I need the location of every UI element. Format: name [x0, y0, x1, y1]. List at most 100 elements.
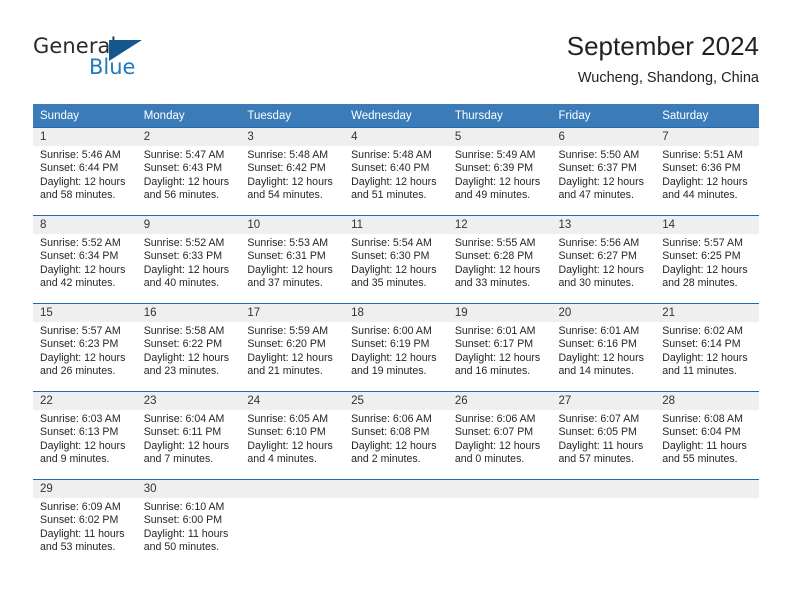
weekday-header-friday: Friday — [551, 104, 656, 127]
day-cell[interactable]: 14 Sunrise: 5:57 AM Sunset: 6:25 PM Dayl… — [655, 215, 759, 303]
logo-text-blue: Blue — [89, 55, 136, 79]
sunset-text: Sunset: 6:16 PM — [558, 338, 637, 351]
daylight-text-line1: Daylight: 12 hours — [351, 263, 437, 276]
day-cell[interactable]: 4 Sunrise: 5:48 AM Sunset: 6:40 PM Dayli… — [344, 127, 448, 215]
day-cell[interactable]: 20 Sunrise: 6:01 AM Sunset: 6:16 PM Dayl… — [551, 303, 656, 391]
day-cell[interactable]: 2 Sunrise: 5:47 AM Sunset: 6:43 PM Dayli… — [136, 127, 241, 215]
sunset-text: Sunset: 6:04 PM — [662, 426, 741, 439]
daylight-text-line1: Daylight: 12 hours — [143, 263, 230, 276]
sunrise-text: Sunrise: 6:00 AM — [351, 325, 432, 337]
day-cell[interactable]: 29 Sunrise: 6:09 AM Sunset: 6:02 PM Dayl… — [33, 479, 137, 567]
day-cell[interactable]: 16 Sunrise: 5:58 AM Sunset: 6:22 PM Dayl… — [136, 303, 241, 391]
day-cell[interactable]: 28 Sunrise: 6:08 AM Sunset: 6:04 PM Dayl… — [655, 391, 759, 479]
sunset-text: Sunset: 6:00 PM — [143, 514, 223, 527]
page-header: General Blue September 2024 Wucheng, Sha… — [0, 0, 792, 100]
calendar-week-row: 1 Sunrise: 5:46 AM Sunset: 6:44 PM Dayli… — [33, 127, 759, 215]
daylight-text-line1: Daylight: 12 hours — [351, 439, 437, 452]
daylight-text-line1: Daylight: 12 hours — [454, 175, 541, 188]
day-cell[interactable]: 15 Sunrise: 5:57 AM Sunset: 6:23 PM Dayl… — [33, 303, 137, 391]
daylight-text-line1: Daylight: 12 hours — [558, 351, 644, 364]
day-cell-empty — [551, 479, 656, 567]
day-info: Sunrise: 5:55 AM Sunset: 6:28 PM Dayligh… — [448, 234, 552, 291]
sunset-text: Sunset: 6:31 PM — [247, 250, 326, 263]
sunset-text: Sunset: 6:13 PM — [40, 426, 119, 439]
daylight-text-line2: and 57 minutes. — [558, 453, 634, 466]
weekday-header-tuesday: Tuesday — [240, 104, 345, 127]
daylight-text-line1: Daylight: 12 hours — [143, 439, 230, 452]
day-cell[interactable]: 6 Sunrise: 5:50 AM Sunset: 6:37 PM Dayli… — [551, 127, 656, 215]
daylight-text-line1: Daylight: 12 hours — [247, 263, 333, 276]
day-cell[interactable]: 21 Sunrise: 6:02 AM Sunset: 6:14 PM Dayl… — [655, 303, 759, 391]
general-blue-logo: General Blue — [33, 34, 193, 86]
sunrise-text: Sunrise: 5:51 AM — [662, 149, 743, 161]
day-cell[interactable]: 3 Sunrise: 5:48 AM Sunset: 6:42 PM Dayli… — [240, 127, 345, 215]
weekday-header-monday: Monday — [136, 104, 241, 127]
day-cell[interactable]: 13 Sunrise: 5:56 AM Sunset: 6:27 PM Dayl… — [551, 215, 656, 303]
day-cell[interactable]: 9 Sunrise: 5:52 AM Sunset: 6:33 PM Dayli… — [136, 215, 241, 303]
sunrise-text: Sunrise: 5:58 AM — [143, 325, 225, 337]
sunrise-text: Sunrise: 5:52 AM — [143, 237, 225, 249]
day-cell[interactable]: 22 Sunrise: 6:03 AM Sunset: 6:13 PM Dayl… — [33, 391, 137, 479]
day-number: 6 — [551, 128, 656, 146]
day-number: 3 — [240, 128, 345, 146]
day-info: Sunrise: 6:03 AM Sunset: 6:13 PM Dayligh… — [33, 410, 137, 467]
daylight-text-line1: Daylight: 11 hours — [40, 527, 125, 540]
day-info: Sunrise: 5:58 AM Sunset: 6:22 PM Dayligh… — [137, 322, 241, 379]
daylight-text-line2: and 30 minutes. — [558, 277, 634, 290]
sunrise-text: Sunrise: 5:54 AM — [351, 237, 432, 249]
daylight-text-line2: and 42 minutes. — [40, 277, 116, 290]
daylight-text-line2: and 54 minutes. — [247, 189, 323, 202]
sunrise-text: Sunrise: 5:49 AM — [454, 149, 536, 161]
day-number: 23 — [136, 392, 241, 410]
day-number: 13 — [551, 216, 656, 234]
sunrise-text: Sunrise: 6:06 AM — [454, 413, 536, 425]
sunrise-text: Sunrise: 5:46 AM — [40, 149, 121, 161]
daylight-text-line1: Daylight: 12 hours — [247, 175, 333, 188]
day-cell[interactable]: 18 Sunrise: 6:00 AM Sunset: 6:19 PM Dayl… — [344, 303, 448, 391]
daylight-text-line2: and 21 minutes. — [247, 365, 323, 378]
day-info: Sunrise: 6:06 AM Sunset: 6:08 PM Dayligh… — [344, 410, 448, 467]
daylight-text-line2: and 53 minutes. — [40, 541, 116, 554]
daylight-text-line1: Daylight: 12 hours — [247, 439, 333, 452]
day-info: Sunrise: 5:53 AM Sunset: 6:31 PM Dayligh… — [240, 234, 344, 291]
day-info: Sunrise: 6:10 AM Sunset: 6:00 PM Dayligh… — [137, 498, 241, 555]
day-cell[interactable]: 30 Sunrise: 6:10 AM Sunset: 6:00 PM Dayl… — [136, 479, 241, 567]
day-number: 18 — [344, 304, 448, 322]
day-cell[interactable]: 17 Sunrise: 5:59 AM Sunset: 6:20 PM Dayl… — [240, 303, 345, 391]
sunset-text: Sunset: 6:07 PM — [454, 426, 534, 439]
day-cell[interactable]: 12 Sunrise: 5:55 AM Sunset: 6:28 PM Dayl… — [447, 215, 552, 303]
day-cell[interactable]: 27 Sunrise: 6:07 AM Sunset: 6:05 PM Dayl… — [551, 391, 656, 479]
day-number: 10 — [240, 216, 345, 234]
day-cell[interactable]: 8 Sunrise: 5:52 AM Sunset: 6:34 PM Dayli… — [33, 215, 137, 303]
day-cell[interactable]: 5 Sunrise: 5:49 AM Sunset: 6:39 PM Dayli… — [447, 127, 552, 215]
day-cell[interactable]: 26 Sunrise: 6:06 AM Sunset: 6:07 PM Dayl… — [447, 391, 552, 479]
day-cell-empty — [240, 479, 345, 567]
day-number: 22 — [33, 392, 137, 410]
day-info: Sunrise: 6:01 AM Sunset: 6:17 PM Dayligh… — [448, 322, 552, 379]
daylight-text-line2: and 7 minutes. — [143, 453, 214, 466]
daylight-text-line2: and 2 minutes. — [351, 453, 421, 466]
day-cell[interactable]: 10 Sunrise: 5:53 AM Sunset: 6:31 PM Dayl… — [240, 215, 345, 303]
day-cell[interactable]: 19 Sunrise: 6:01 AM Sunset: 6:17 PM Dayl… — [447, 303, 552, 391]
day-number: 20 — [551, 304, 656, 322]
day-cell[interactable]: 24 Sunrise: 6:05 AM Sunset: 6:10 PM Dayl… — [240, 391, 345, 479]
day-cell[interactable]: 1 Sunrise: 5:46 AM Sunset: 6:44 PM Dayli… — [33, 127, 137, 215]
sunset-text: Sunset: 6:08 PM — [351, 426, 430, 439]
daylight-text-line1: Daylight: 12 hours — [558, 175, 644, 188]
daylight-text-line2: and 14 minutes. — [558, 365, 634, 378]
daylight-text-line1: Daylight: 12 hours — [558, 263, 644, 276]
calendar-header-row: Sunday Monday Tuesday Wednesday Thursday… — [33, 104, 759, 127]
daylight-text-line1: Daylight: 12 hours — [662, 263, 748, 276]
sunset-text: Sunset: 6:34 PM — [40, 250, 119, 263]
daylight-text-line2: and 47 minutes. — [558, 189, 634, 202]
sunset-text: Sunset: 6:11 PM — [143, 426, 222, 439]
day-cell[interactable]: 11 Sunrise: 5:54 AM Sunset: 6:30 PM Dayl… — [344, 215, 448, 303]
day-info: Sunrise: 5:59 AM Sunset: 6:20 PM Dayligh… — [240, 322, 344, 379]
daylight-text-line1: Daylight: 12 hours — [143, 175, 230, 188]
day-cell[interactable]: 7 Sunrise: 5:51 AM Sunset: 6:36 PM Dayli… — [655, 127, 759, 215]
day-cell[interactable]: 23 Sunrise: 6:04 AM Sunset: 6:11 PM Dayl… — [136, 391, 241, 479]
sunrise-text: Sunrise: 5:57 AM — [40, 325, 121, 337]
day-number: 25 — [344, 392, 448, 410]
day-cell[interactable]: 25 Sunrise: 6:06 AM Sunset: 6:08 PM Dayl… — [344, 391, 448, 479]
sunrise-text: Sunrise: 6:04 AM — [143, 413, 225, 425]
